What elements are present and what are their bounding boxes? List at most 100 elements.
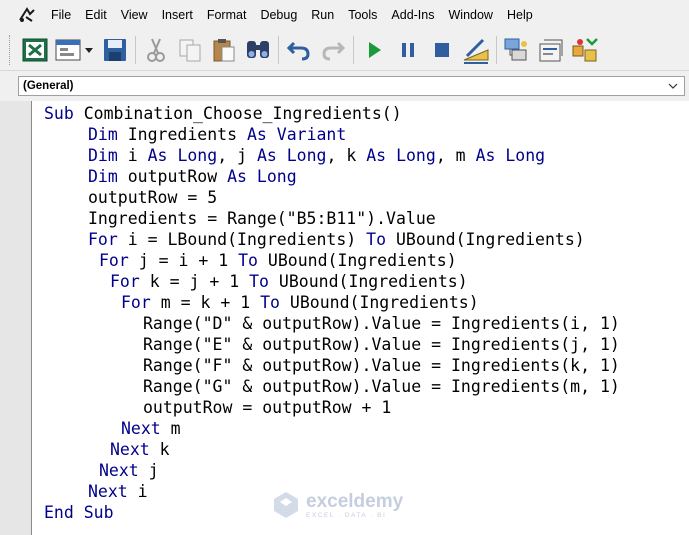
properties-icon[interactable] xyxy=(534,33,568,67)
code-line[interactable]: Next k xyxy=(110,439,170,460)
code-text: , j xyxy=(217,146,257,165)
object-combo[interactable]: (General) xyxy=(18,76,685,96)
code-keyword: Variant xyxy=(276,125,347,144)
code-line[interactable]: Next i xyxy=(88,481,148,502)
code-line[interactable]: Range("G" & outputRow).Value = Ingredien… xyxy=(143,376,620,397)
design-mode-icon[interactable] xyxy=(459,33,493,67)
code-keyword: As xyxy=(475,146,496,165)
code-keyword: As xyxy=(246,125,267,144)
code-text: k = j + 1 xyxy=(139,272,250,291)
code-keyword: Next xyxy=(88,482,128,501)
code-keyword: Next xyxy=(110,440,150,459)
code-text: Range("E" & outputRow).Value = Ingredien… xyxy=(143,335,620,354)
code-keyword: To xyxy=(249,272,269,291)
code-keyword: As xyxy=(366,146,387,165)
code-keyword: Long xyxy=(177,146,218,165)
chevron-down-icon[interactable] xyxy=(666,77,680,95)
menu-insert[interactable]: Insert xyxy=(155,8,200,22)
code-keyword: For xyxy=(88,230,118,249)
code-keyword: For xyxy=(121,293,151,312)
code-keyword: Long xyxy=(286,146,327,165)
code-window[interactable]: Sub Combination_Choose_Ingredients() Dim … xyxy=(33,101,689,535)
menu-run[interactable]: Run xyxy=(304,8,341,22)
code-line[interactable]: End Sub xyxy=(44,502,114,523)
paste-icon[interactable] xyxy=(207,33,241,67)
code-line[interactable]: Dim i As Long, j As Long, k As Long, m A… xyxy=(88,145,545,166)
project-explorer-icon[interactable] xyxy=(500,33,534,67)
code-keyword: Dim xyxy=(88,146,118,165)
code-keyword: Dim xyxy=(88,167,118,186)
object-combo-value: (General) xyxy=(23,80,74,92)
code-keyword: End xyxy=(44,503,74,522)
code-text: i = LBound(Ingredients) xyxy=(117,230,367,249)
code-text: j xyxy=(138,461,159,480)
code-line[interactable]: Next m xyxy=(121,418,181,439)
menu-help[interactable]: Help xyxy=(500,8,540,22)
watermark-brand: exceldemy xyxy=(306,490,404,512)
menu-format[interactable]: Format xyxy=(200,8,254,22)
menu-tools[interactable]: Tools xyxy=(341,8,384,22)
redo-icon[interactable] xyxy=(316,33,350,67)
excel-view-icon[interactable] xyxy=(18,33,52,67)
menu-bar: File Edit View Insert Format Debug Run T… xyxy=(0,0,689,30)
code-text: j = i + 1 xyxy=(128,251,239,270)
code-line[interactable]: outputRow = outputRow + 1 xyxy=(143,397,391,418)
code-line[interactable]: For i = LBound(Ingredients) To UBound(In… xyxy=(88,229,585,250)
code-text: UBound(Ingredients) xyxy=(257,251,457,270)
code-keyword: To xyxy=(238,251,258,270)
code-keyword: Dim xyxy=(88,125,118,144)
menu-debug[interactable]: Debug xyxy=(253,8,304,22)
code-line[interactable]: Dim Ingredients As Variant xyxy=(88,124,346,145)
menu-edit[interactable]: Edit xyxy=(78,8,114,22)
vba-app-icon[interactable] xyxy=(16,4,38,26)
code-line[interactable]: outputRow = 5 xyxy=(88,187,217,208)
code-text: Ingredients xyxy=(117,125,247,144)
code-keyword: As xyxy=(147,146,168,165)
code-text: UBound(Ingredients) xyxy=(279,293,479,312)
toolbar-grip[interactable] xyxy=(9,35,14,65)
code-line[interactable]: Sub Combination_Choose_Ingredients() xyxy=(44,103,402,124)
save-icon[interactable] xyxy=(98,33,132,67)
code-text: Range("G" & outputRow).Value = Ingredien… xyxy=(143,377,620,396)
insert-userform-icon[interactable] xyxy=(52,33,98,67)
cut-icon[interactable] xyxy=(139,33,173,67)
code-text: , m xyxy=(435,146,476,165)
menu-view[interactable]: View xyxy=(114,8,155,22)
copy-icon[interactable] xyxy=(173,33,207,67)
code-line[interactable]: Dim outputRow As Long xyxy=(88,166,297,187)
code-keyword: Long xyxy=(396,146,436,165)
code-line[interactable]: Next j xyxy=(99,460,159,481)
gutter-divider xyxy=(31,101,32,535)
code-line[interactable]: Range("F" & outputRow).Value = Ingredien… xyxy=(143,355,620,376)
toolbar-separator xyxy=(135,36,136,64)
standard-toolbar xyxy=(0,30,689,71)
code-line[interactable]: Ingredients = Range("B5:B11").Value xyxy=(88,208,436,229)
code-line[interactable]: For k = j + 1 To UBound(Ingredients) xyxy=(110,271,468,292)
reset-icon[interactable] xyxy=(425,33,459,67)
menu-file[interactable]: File xyxy=(44,8,78,22)
object-browser-icon[interactable] xyxy=(568,33,602,67)
code-text: k xyxy=(149,440,170,459)
code-line[interactable]: Range("D" & outputRow).Value = Ingredien… xyxy=(143,313,620,334)
find-icon[interactable] xyxy=(241,33,275,67)
watermark-tagline: EXCEL · DATA · BI xyxy=(306,511,387,519)
code-keyword: For xyxy=(110,272,140,291)
code-line[interactable]: For j = i + 1 To UBound(Ingredients) xyxy=(99,250,457,271)
code-line[interactable]: For m = k + 1 To UBound(Ingredients) xyxy=(121,292,479,313)
run-icon[interactable] xyxy=(357,33,391,67)
undo-icon[interactable] xyxy=(282,33,316,67)
menu-add-ins[interactable]: Add-Ins xyxy=(384,8,441,22)
code-text: outputRow xyxy=(117,167,228,186)
code-keyword: Long xyxy=(256,167,297,186)
menu-window[interactable]: Window xyxy=(442,8,500,22)
code-keyword: Next xyxy=(121,419,161,438)
code-text: i xyxy=(127,482,148,501)
code-line[interactable]: Range("E" & outputRow).Value = Ingredien… xyxy=(143,334,620,355)
margin-indicator-bar[interactable] xyxy=(0,101,32,535)
break-icon[interactable] xyxy=(391,33,425,67)
code-text: UBound(Ingredients) xyxy=(386,230,585,249)
